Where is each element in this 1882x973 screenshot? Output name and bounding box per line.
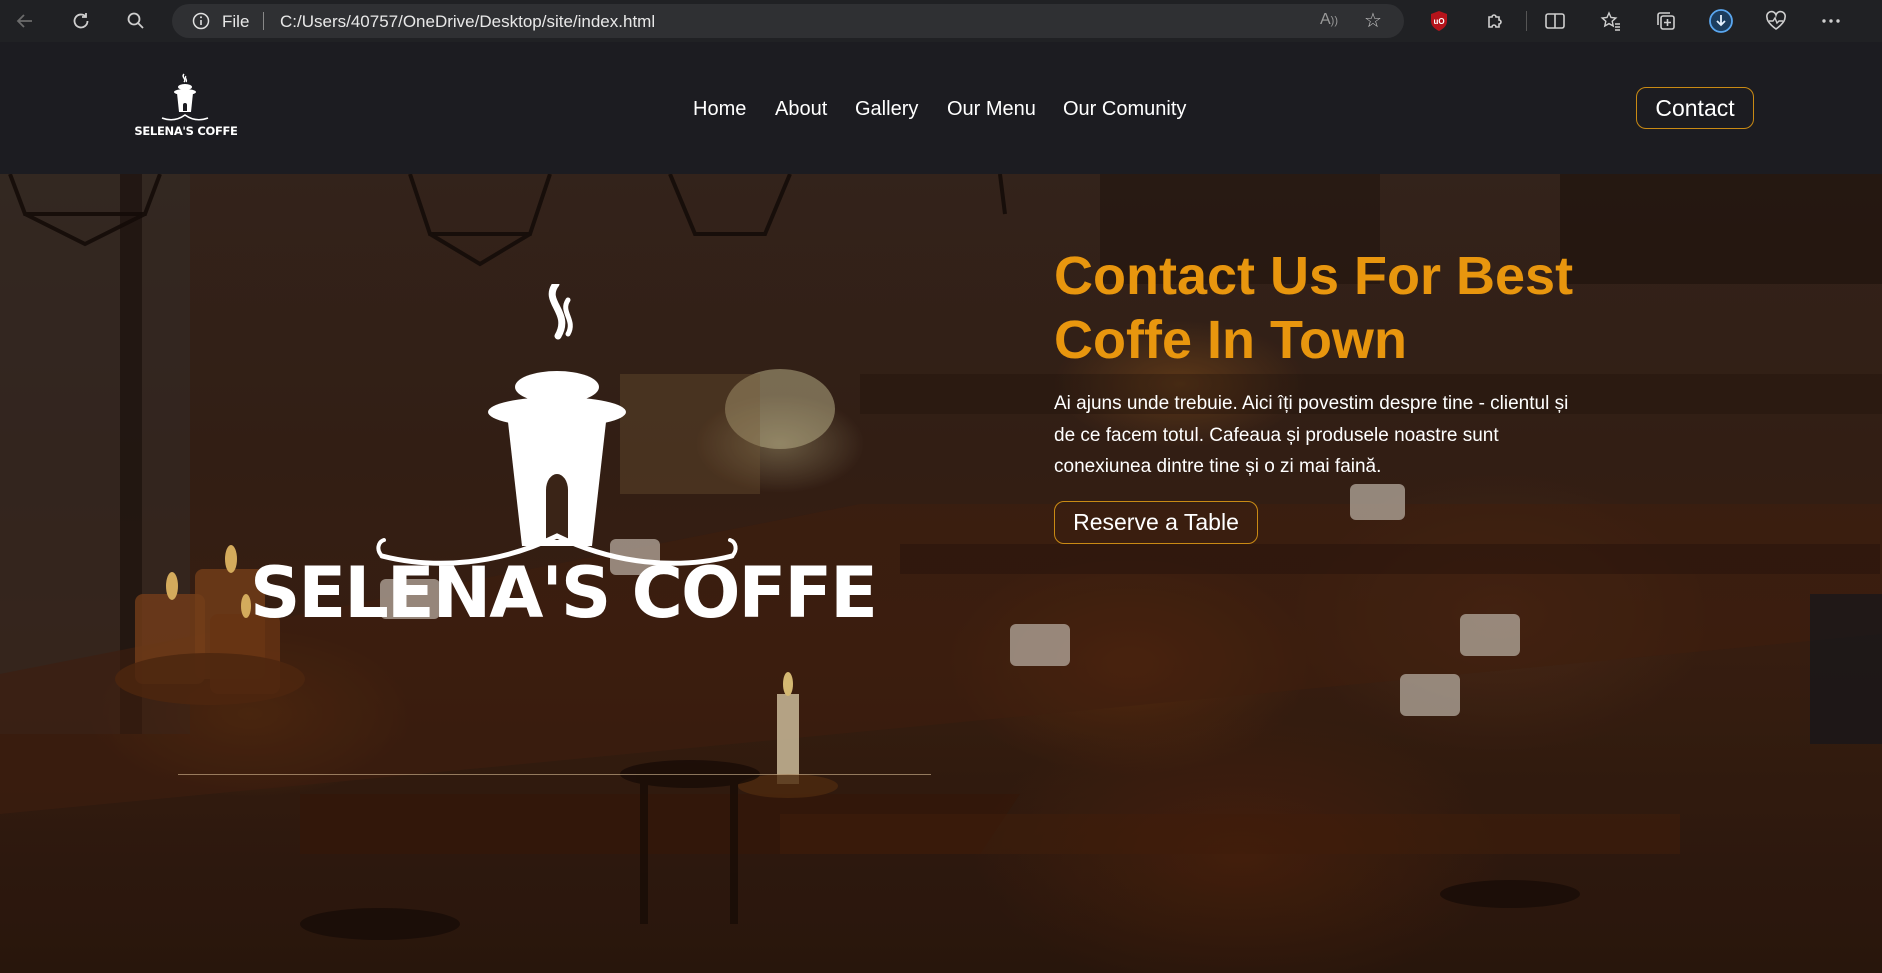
refresh-icon[interactable]	[66, 6, 96, 36]
search-icon[interactable]	[121, 6, 151, 36]
nav-home[interactable]: Home	[693, 98, 746, 121]
hero-brand-text: SELENA'S COFFE	[250, 552, 878, 634]
favorites-icon[interactable]	[1596, 6, 1626, 36]
downloads-icon[interactable]	[1706, 6, 1736, 36]
toolbar-divider	[1526, 11, 1527, 31]
split-screen-icon[interactable]	[1540, 6, 1570, 36]
back-icon[interactable]	[10, 6, 40, 36]
svg-text:uO: uO	[1433, 17, 1444, 26]
hero-description: Ai ajuns unde trebuie. Aici îți povestim…	[1054, 393, 1569, 477]
browser-essentials-icon[interactable]	[1761, 6, 1791, 36]
contact-button[interactable]: Contact	[1636, 87, 1754, 129]
read-aloud-icon[interactable]: A))	[1320, 11, 1338, 29]
extensions-icon[interactable]	[1480, 6, 1510, 36]
logo-text: SELENA'S COFFE	[134, 124, 238, 138]
hero-title: Contact Us For Best Coffe In Town	[1054, 246, 1574, 370]
reserve-table-button[interactable]: Reserve a Table	[1054, 501, 1258, 544]
nav-our-community[interactable]: Our Comunity	[1063, 98, 1186, 121]
selenas-coffe-logo-icon	[376, 284, 738, 566]
hero-section: SELENA'S COFFE Contact Us For Best Coffe…	[0, 174, 1882, 973]
scheme-label: File	[222, 12, 250, 31]
url-text[interactable]: C:/Users/40757/OneDrive/Desktop/site/ind…	[280, 12, 655, 32]
info-icon[interactable]	[192, 12, 210, 35]
site-header: SELENA'S COFFE Home About Gallery Our Me…	[0, 42, 1882, 174]
address-bar[interactable]: File C:/Users/40757/OneDrive/Desktop/sit…	[172, 4, 1404, 38]
favorite-star-icon[interactable]: ☆	[1364, 8, 1382, 33]
hero-divider	[178, 774, 931, 775]
collections-icon[interactable]	[1651, 6, 1681, 36]
nav-about[interactable]: About	[775, 98, 827, 121]
more-menu-icon[interactable]	[1816, 6, 1846, 36]
browser-toolbar: File C:/Users/40757/OneDrive/Desktop/sit…	[0, 0, 1882, 42]
address-divider	[263, 12, 264, 30]
nav-gallery[interactable]: Gallery	[855, 98, 918, 121]
nav-our-menu[interactable]: Our Menu	[947, 98, 1036, 121]
ublock-icon[interactable]: uO	[1424, 6, 1454, 36]
